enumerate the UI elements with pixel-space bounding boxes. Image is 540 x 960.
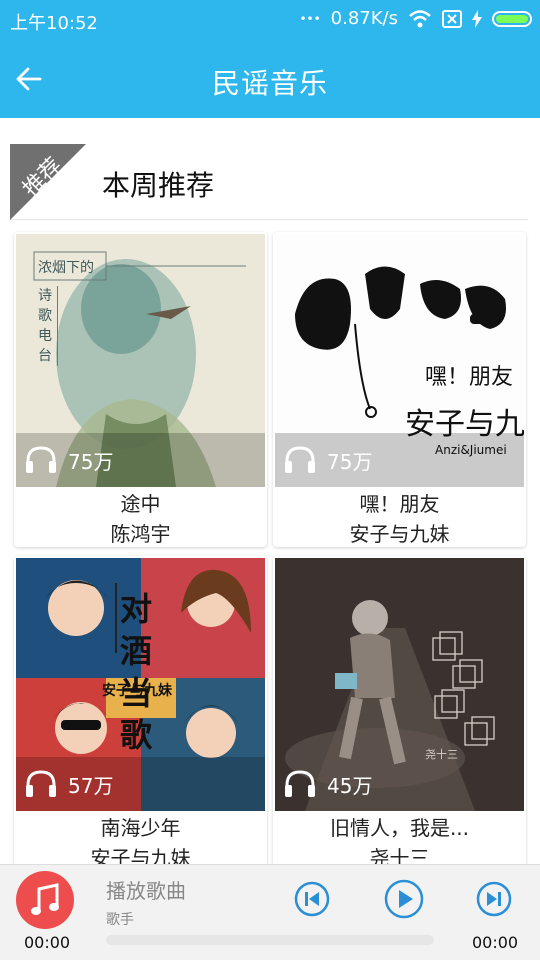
headphone-icon <box>24 445 58 475</box>
section-header: 推荐 本周推荐 <box>10 144 528 220</box>
album-card[interactable]: 对酒当歌 安子与九妹 57万 南海少年 安子与九妹 <box>14 556 267 864</box>
app-bar: 民谣音乐 <box>0 40 540 118</box>
music-note-icon <box>31 883 59 915</box>
cover-sub-text: 诗歌电台 <box>38 286 58 366</box>
page-title: 民谣音乐 <box>211 67 328 100</box>
charging-icon <box>472 9 482 28</box>
play-count-bar: 45万 <box>275 757 524 811</box>
album-card[interactable]: 嘿！朋友 安子与九妹 Anzi&Jiumei 75万 嘿！朋友 安子与九妹 <box>273 232 526 547</box>
recommend-ribbon: 推荐 <box>10 144 88 220</box>
artist-name: 陈鸿宇 <box>110 522 171 546</box>
status-right: ••• 0.87K/s <box>299 8 532 29</box>
song-name: 嘿！朋友 <box>359 492 440 516</box>
main-content: 推荐 本周推荐 浓烟下的 诗歌电台 75万 途中 陈鸿宇 嘿！朋友 安子与九 A… <box>0 118 540 864</box>
song-name: 旧情人，我是... <box>329 816 470 840</box>
now-playing-title: 播放歌曲 <box>106 879 186 903</box>
artist-name: 安子与九妹 <box>349 522 450 546</box>
headphone-icon <box>24 769 58 799</box>
headphone-icon <box>283 769 317 799</box>
now-playing-artist: 歌手 <box>106 912 134 928</box>
album-card[interactable]: 浓烟下的 诗歌电台 75万 途中 陈鸿宇 <box>14 232 267 547</box>
play-icon[interactable] <box>384 879 424 919</box>
play-count: 75万 <box>68 450 114 474</box>
artist-name: 尧十三 <box>369 846 430 864</box>
play-count-bar: 75万 <box>275 433 524 487</box>
cover-title: 对酒当歌 <box>120 590 153 754</box>
progress-bar[interactable] <box>106 935 434 945</box>
section-title: 本周推荐 <box>102 169 215 202</box>
play-count: 57万 <box>68 774 114 798</box>
sim-off-icon <box>442 9 462 28</box>
network-speed: 0.87K/s <box>330 8 398 29</box>
play-count: 45万 <box>327 774 373 798</box>
status-time: 上午10:52 <box>10 13 98 34</box>
song-name: 途中 <box>120 492 161 516</box>
cover-title: 嘿！朋友 <box>425 365 513 390</box>
album-cover: 对酒当歌 安子与九妹 57万 <box>16 558 265 811</box>
cover-artist: 安子与九妹 <box>102 683 172 699</box>
headphone-icon <box>283 445 317 475</box>
status-bar: 上午10:52 ••• 0.87K/s <box>0 0 540 40</box>
wifi-icon <box>408 9 432 29</box>
album-cover: 浓烟下的 诗歌电台 75万 <box>16 234 265 487</box>
previous-icon[interactable] <box>294 881 330 917</box>
play-count-bar: 75万 <box>16 433 265 487</box>
album-card[interactable]: 尧十三 45万 旧情人，我是... 尧十三 <box>273 556 526 864</box>
current-time: 00:00 <box>24 933 71 952</box>
play-count: 75万 <box>327 450 373 474</box>
mini-player: 00:00 播放歌曲 歌手 00:00 <box>0 864 540 960</box>
song-name: 南海少年 <box>100 816 181 840</box>
status-dots: ••• <box>299 11 321 26</box>
total-time: 00:00 <box>472 933 519 952</box>
artist-name: 安子与九妹 <box>90 846 191 864</box>
battery-icon <box>492 10 532 27</box>
album-cover: 尧十三 45万 <box>275 558 524 811</box>
album-art-disc[interactable] <box>16 871 74 929</box>
album-cover: 嘿！朋友 安子与九妹 Anzi&Jiumei 75万 <box>275 234 524 487</box>
next-icon[interactable] <box>476 881 512 917</box>
cover-text: 浓烟下的 <box>38 260 94 276</box>
play-count-bar: 57万 <box>16 757 265 811</box>
